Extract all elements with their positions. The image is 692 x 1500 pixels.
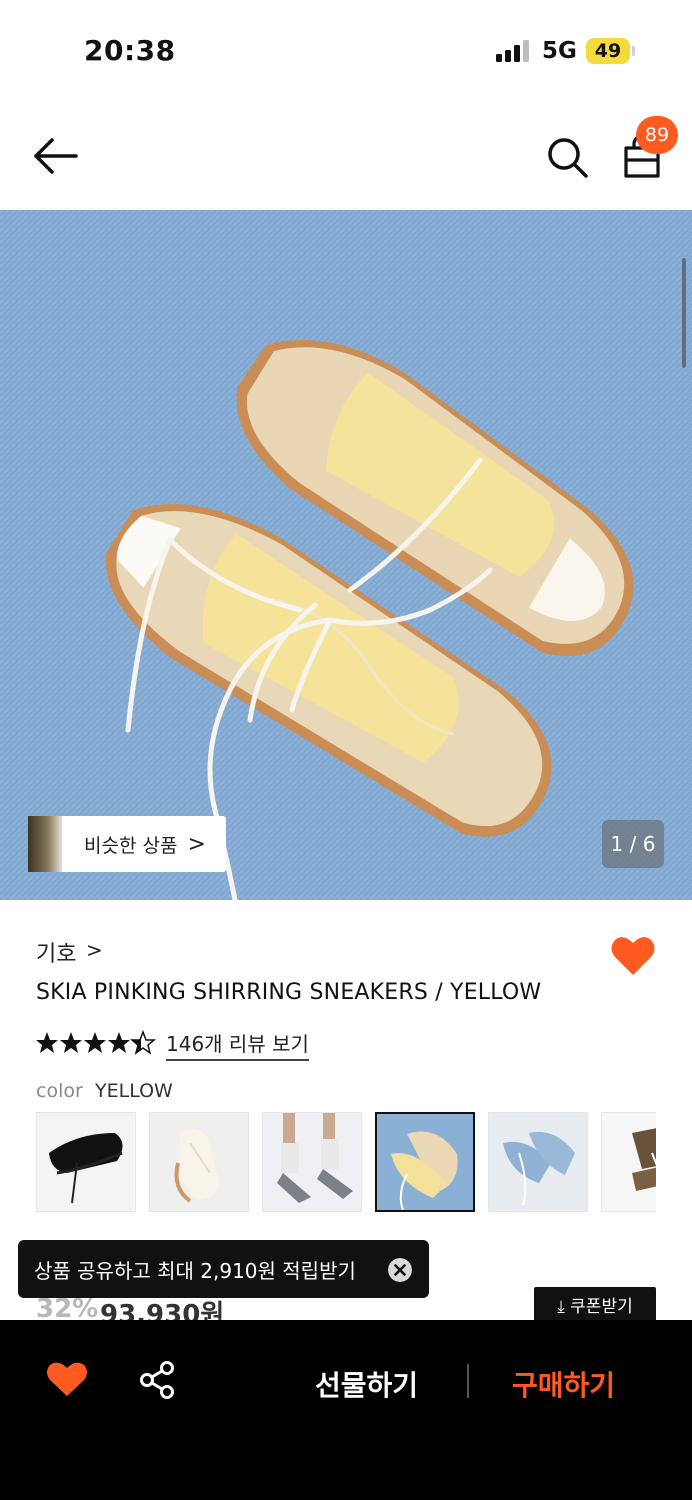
rating-stars — [36, 1029, 157, 1055]
color-option-label: color — [36, 1080, 83, 1102]
gift-button[interactable]: 선물하기 — [315, 1364, 418, 1404]
like-heart-icon[interactable] — [610, 934, 656, 978]
swatch-cream[interactable] — [149, 1112, 249, 1212]
swatch-brown[interactable] — [601, 1112, 656, 1212]
status-time: 20:38 — [84, 34, 176, 67]
close-icon[interactable] — [388, 1258, 412, 1282]
battery-icon: 49 — [586, 38, 630, 64]
share-icon[interactable] — [138, 1360, 176, 1400]
network-type: 5G — [542, 38, 577, 64]
back-arrow-icon[interactable] — [32, 136, 80, 176]
sneaker-photo — [0, 210, 692, 900]
toast-message: 상품 공유하고 최대 2,910원 적립받기 — [34, 1259, 356, 1283]
status-bar: 20:38 5G 49 — [0, 0, 692, 100]
like-heart-icon[interactable] — [46, 1360, 88, 1398]
color-option-value: YELLOW — [95, 1080, 173, 1102]
bottom-action-bar: 선물하기 구매하기 — [0, 1320, 692, 1500]
share-reward-toast: 상품 공유하고 최대 2,910원 적립받기 — [18, 1240, 429, 1298]
cart-count-badge: 89 — [636, 116, 678, 154]
top-nav: 89 — [0, 100, 692, 210]
buy-button[interactable]: 구매하기 — [512, 1364, 615, 1404]
similar-products-label: 비슷한 상품 — [84, 834, 178, 857]
product-image[interactable] — [0, 210, 692, 900]
swatch-black[interactable] — [36, 1112, 136, 1212]
image-page-indicator: 1 / 6 — [602, 820, 664, 868]
review-link[interactable]: 146개 리뷰 보기 — [166, 1028, 309, 1061]
battery-tip — [632, 46, 635, 56]
color-swatch-list — [36, 1112, 656, 1216]
swatch-grey[interactable] — [262, 1112, 362, 1212]
signal-icon — [496, 40, 529, 62]
brand-link[interactable]: 기호 — [36, 936, 76, 968]
similar-product-thumbnail — [28, 816, 62, 872]
similar-products-button[interactable]: 비슷한 상품 > — [28, 816, 226, 872]
chevron-right-icon: > — [187, 831, 206, 857]
chevron-right-icon: > — [86, 938, 103, 962]
divider — [467, 1364, 469, 1398]
search-icon[interactable] — [544, 134, 590, 180]
scrollbar[interactable] — [682, 258, 686, 368]
product-title: SKIA PINKING SHIRRING SNEAKERS / YELLOW — [36, 980, 542, 1005]
swatch-blue[interactable] — [488, 1112, 588, 1212]
swatch-yellow[interactable] — [375, 1112, 475, 1212]
